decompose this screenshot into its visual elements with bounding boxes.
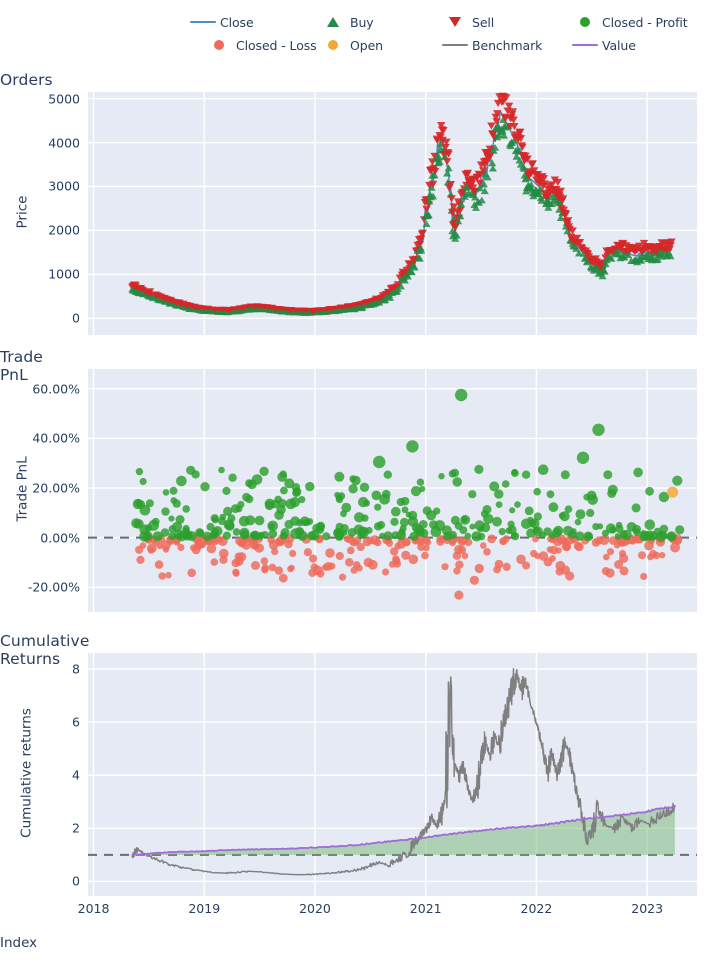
xtick-label: 2018	[77, 901, 110, 916]
order-markers	[128, 92, 676, 316]
orders-yticks: 0 1000 2000 3000 4000 5000	[0, 91, 80, 335]
legend: Close Buy Sell Closed - Profit Closed - …	[186, 12, 706, 58]
ytick-label: 4000	[48, 135, 80, 151]
xtick-label: 2021	[409, 901, 442, 916]
legend-item-buy: Buy	[316, 12, 438, 32]
ytick-label: 8	[72, 661, 80, 677]
xtick-label: 2019	[188, 901, 221, 916]
ytick-label: 0.00%	[40, 530, 80, 546]
cumulative-returns-svg	[88, 653, 697, 896]
legend-label-closed-loss: Closed - Loss	[236, 37, 317, 53]
legend-label-value: Value	[602, 37, 636, 53]
closed-profit-dot-icon	[568, 13, 602, 31]
legend-row-2: Closed - Loss Open Benchmark Value	[202, 35, 636, 55]
legend-item-closed-loss: Closed - Loss	[202, 35, 317, 55]
legend-item-value: Value	[568, 35, 636, 55]
x-axis-ticks: 2018 2019 2020 2021 2022 2023	[78, 901, 697, 921]
ytick-label: 4	[72, 767, 80, 783]
ytick-label: 5000	[48, 91, 80, 107]
legend-row-1: Close Buy Sell Closed - Profit	[186, 12, 688, 32]
orders-svg	[88, 92, 697, 335]
cumulative-returns-yticks: 0 2 4 6 8	[0, 653, 80, 896]
sell-triangle-down-icon	[438, 13, 472, 31]
trade-pnl-yticks: -20.00% 0.00% 20.00% 40.00% 60.00%	[0, 369, 80, 612]
ytick-label: -20.00%	[27, 579, 80, 595]
legend-item-benchmark: Benchmark	[438, 35, 568, 55]
xtick-label: 2023	[631, 901, 664, 916]
ytick-label: 2000	[48, 222, 80, 238]
legend-item-open: Open	[316, 35, 438, 55]
close-line-icon	[186, 13, 220, 31]
legend-label-benchmark: Benchmark	[472, 37, 543, 53]
ytick-label: 0	[72, 873, 80, 889]
xtick-label: 2022	[520, 901, 553, 916]
value-line-icon	[568, 36, 602, 54]
orders-plot-area	[88, 92, 697, 335]
ytick-label: 40.00%	[32, 430, 80, 446]
legend-item-close: Close	[186, 12, 316, 32]
legend-label-sell: Sell	[472, 14, 495, 30]
legend-label-close: Close	[220, 14, 254, 30]
buy-triangle-up-icon	[316, 13, 350, 31]
ytick-label: 2	[72, 820, 80, 836]
ytick-label: 6	[72, 714, 80, 730]
ytick-label: 0	[72, 310, 80, 326]
legend-item-sell: Sell	[438, 12, 568, 32]
ytick-label: 20.00%	[32, 480, 80, 496]
chart-figure: Close Buy Sell Closed - Profit Closed - …	[0, 0, 723, 960]
ytick-label: 60.00%	[32, 381, 80, 397]
open-dot-icon	[316, 36, 350, 54]
trade-pnl-svg	[88, 369, 697, 612]
legend-item-closed-profit: Closed - Profit	[568, 12, 688, 32]
legend-label-closed-profit: Closed - Profit	[602, 14, 688, 30]
closed-loss-dot-icon	[202, 36, 236, 54]
ytick-label: 3000	[48, 178, 80, 194]
benchmark-line-icon	[438, 36, 472, 54]
legend-label-buy: Buy	[350, 14, 374, 30]
ytick-label: 1000	[48, 266, 80, 282]
cumulative-returns-plot-area	[88, 653, 697, 896]
trade-pnl-plot-area	[88, 369, 697, 612]
legend-label-open: Open	[350, 37, 383, 53]
xtick-label: 2020	[299, 901, 331, 916]
